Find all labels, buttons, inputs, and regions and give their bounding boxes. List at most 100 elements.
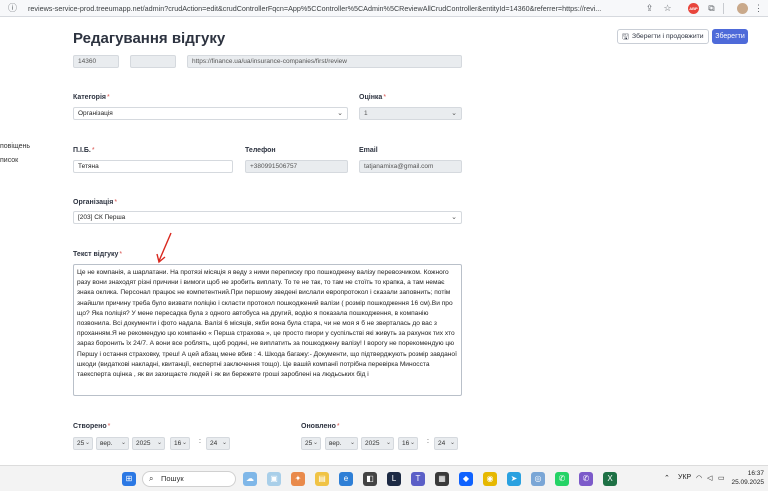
required-marker: * (106, 94, 110, 101)
photos-icon[interactable]: ▦ (435, 472, 449, 486)
created-day-value: 25 (77, 440, 85, 447)
updated-hour-value: 16 (402, 440, 410, 447)
category-label-text: Категорія (73, 94, 106, 101)
created-hour-select[interactable]: 16 ⌄ (170, 437, 190, 450)
id-field[interactable]: 14360 (73, 55, 119, 68)
organization-value: [203] СК Перша (78, 214, 126, 221)
organization-label: Організація* (73, 199, 117, 206)
created-minute-select[interactable]: 24 ⌄ (206, 437, 230, 450)
dropbox-icon[interactable]: ◆ (459, 472, 473, 486)
chevron-down-icon: ⌄ (221, 440, 227, 446)
chevron-down-icon: ⌄ (349, 440, 355, 446)
sidebar: повіщень писок (0, 17, 60, 465)
organization-select[interactable]: [203] СК Перша ⌄ (73, 211, 462, 224)
time-separator: : (199, 438, 201, 445)
rating-select[interactable]: 1 ⌄ (359, 107, 462, 120)
wifi-icon[interactable]: ◠ (696, 474, 702, 482)
tray-chevron-icon[interactable]: ⌃ (664, 474, 670, 482)
updated-year-select[interactable]: 2025 ⌄ (361, 437, 394, 450)
created-year-select[interactable]: 2025 ⌄ (132, 437, 165, 450)
language-indicator[interactable]: УКР (678, 474, 691, 481)
whatsapp-icon[interactable]: ✆ (555, 472, 569, 486)
updated-minute-select[interactable]: 24 ⌄ (434, 437, 458, 450)
widgets-icon[interactable]: ☁ (243, 472, 257, 486)
app-l-icon[interactable]: L (387, 472, 401, 486)
globe-icon[interactable]: ◎ (531, 472, 545, 486)
chevron-down-icon: ⌄ (451, 110, 457, 117)
battery-icon[interactable]: ▭ (718, 474, 725, 482)
required-marker: * (336, 423, 340, 430)
phone-label: Телефон (245, 147, 276, 154)
file-explorer-icon[interactable]: ▤ (315, 472, 329, 486)
annotation-arrow-icon (156, 232, 172, 264)
save-and-continue-button[interactable]: 🖫 Зберегти і продовжити (617, 29, 709, 44)
viber-icon[interactable]: ✆ (579, 472, 593, 486)
chevron-down-icon: ⌄ (337, 110, 343, 117)
volume-icon[interactable]: ◁ (707, 474, 712, 482)
organization-label-text: Організація (73, 199, 114, 206)
created-minute-value: 24 (210, 440, 218, 447)
created-label-text: Створено (73, 423, 107, 430)
toolbar-divider (723, 3, 724, 14)
category-select[interactable]: Організація ⌄ (73, 107, 348, 120)
source-url-field[interactable]: https://finance.ua/ua/insurance-companie… (187, 55, 462, 68)
windows-start-icon[interactable]: ⊞ (122, 472, 136, 486)
email-field[interactable]: tatjanamixa@gmail.com (359, 160, 462, 173)
url-field[interactable]: reviews-service-prod.treeumapp.net/admin… (28, 3, 640, 14)
sidebar-item-list[interactable]: писок (0, 157, 18, 164)
main-content: Редагування відгуку 🖫 Зберегти і продовж… (60, 17, 768, 465)
save-and-continue-label: Зберегти і продовжити (632, 33, 704, 40)
chrome-icon[interactable]: ◉ (483, 472, 497, 486)
required-marker: * (114, 199, 118, 206)
phone-field[interactable]: +380991506757 (245, 160, 348, 173)
clock-date: 25.09.2025 (731, 479, 764, 486)
rating-label: Оцінка* (359, 94, 386, 101)
created-month-value: вер. (100, 440, 113, 447)
profile-avatar-icon[interactable] (737, 3, 748, 14)
required-marker: * (91, 147, 95, 154)
site-info-icon[interactable]: ⓘ (8, 3, 19, 14)
taskbar-search-box[interactable]: ⌕ Пошук (142, 471, 236, 487)
category-value: Організація (78, 110, 113, 117)
created-day-select[interactable]: 25 ⌄ (73, 437, 93, 450)
menu-kebab-icon[interactable]: ⋮ (753, 3, 764, 14)
required-marker: * (119, 251, 123, 258)
updated-month-select[interactable]: вер. ⌄ (325, 437, 358, 450)
created-year-value: 2025 (136, 440, 151, 447)
store-icon[interactable]: ◧ (363, 472, 377, 486)
updated-hour-select[interactable]: 16 ⌄ (398, 437, 418, 450)
rating-value: 1 (364, 110, 368, 117)
browser-address-bar: ⓘ reviews-service-prod.treeumapp.net/adm… (0, 0, 768, 17)
system-clock[interactable]: 16:37 25.09.2025 (730, 469, 764, 487)
save-button[interactable]: Зберегти (712, 29, 748, 44)
chevron-down-icon: ⌄ (409, 440, 415, 446)
required-marker: * (383, 94, 387, 101)
created-month-select[interactable]: вер. ⌄ (96, 437, 129, 450)
telegram-icon[interactable]: ➤ (507, 472, 521, 486)
extensions-icon[interactable]: ⧉ (706, 3, 717, 14)
teams-icon[interactable]: T (411, 472, 425, 486)
updated-year-value: 2025 (365, 440, 380, 447)
updated-day-select[interactable]: 25 ⌄ (301, 437, 321, 450)
edge-browser-icon[interactable]: e (339, 472, 353, 486)
excel-icon[interactable]: X (603, 472, 617, 486)
copilot-icon[interactable]: ✦ (291, 472, 305, 486)
adblock-extension-icon[interactable]: ABP (688, 3, 699, 14)
category-label: Категорія* (73, 94, 110, 101)
review-label-text: Текст відгуку (73, 251, 119, 258)
search-icon: ⌕ (149, 474, 154, 483)
name-field[interactable]: Тетяна (73, 160, 233, 173)
task-view-icon[interactable]: ▣ (267, 472, 281, 486)
created-hour-value: 16 (174, 440, 182, 447)
updated-day-value: 25 (305, 440, 313, 447)
review-textarea[interactable]: Це не компанія, а шарлатани. На протязі … (73, 264, 462, 396)
email-label: Email (359, 147, 378, 154)
required-marker: * (107, 423, 111, 430)
sidebar-item-notifications[interactable]: повіщень (0, 143, 30, 150)
name-label-text: П.І.Б. (73, 147, 91, 154)
save-icon: 🖫 (622, 32, 629, 41)
chevron-down-icon: ⌄ (312, 440, 318, 446)
share-icon[interactable]: ⇪ (644, 3, 655, 14)
bookmark-star-icon[interactable]: ☆ (662, 3, 673, 14)
blank-field[interactable] (130, 55, 176, 68)
